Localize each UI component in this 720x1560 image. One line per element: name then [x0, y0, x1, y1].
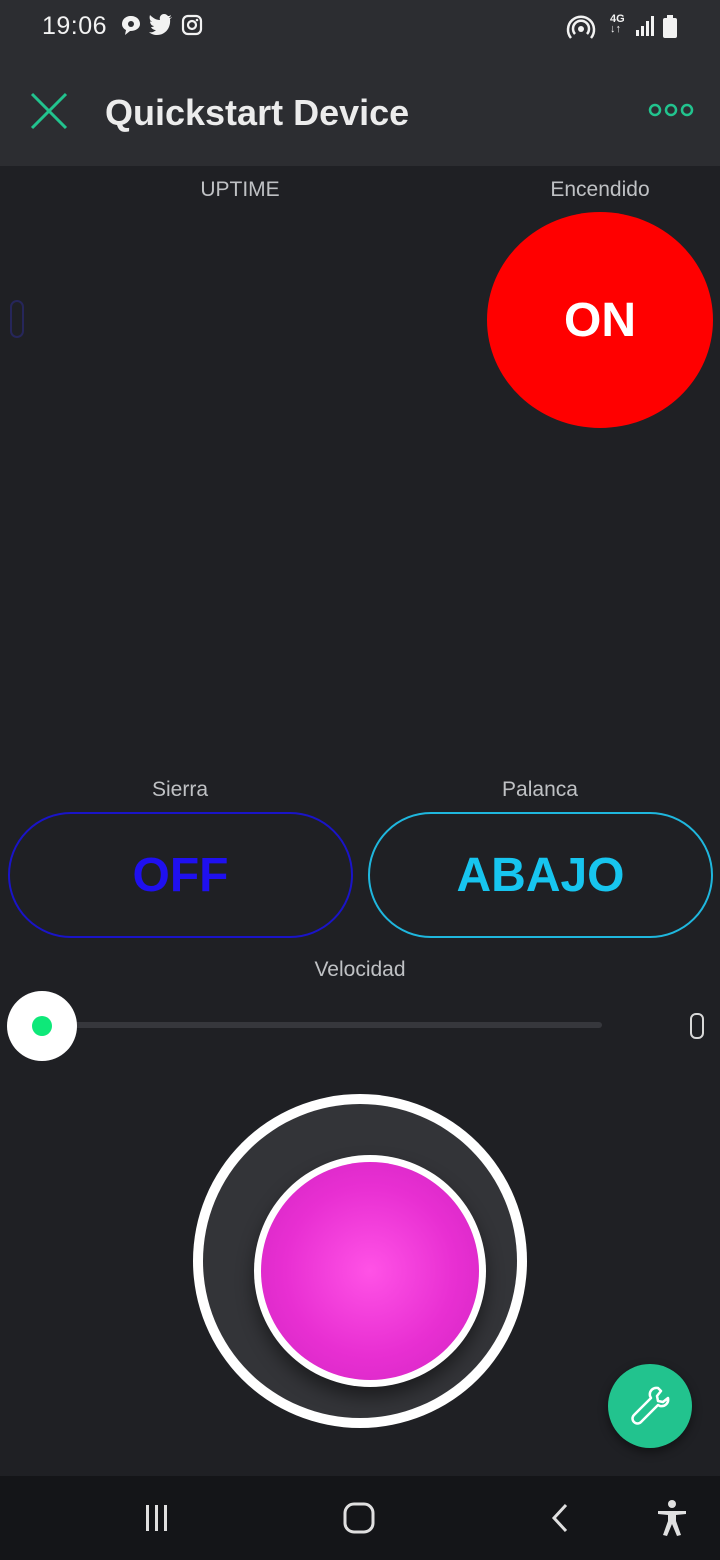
- chat-icon: [120, 14, 142, 40]
- velocidad-slider-track[interactable]: [42, 1022, 602, 1028]
- home-icon: [343, 1502, 375, 1534]
- joystick-ring: [203, 1104, 517, 1418]
- wrench-icon: [631, 1386, 670, 1425]
- network-label: 4G: [610, 13, 625, 25]
- twitter-icon: [149, 14, 173, 40]
- page-title: Quickstart Device: [105, 92, 410, 133]
- joystick-knob-border: [254, 1155, 486, 1387]
- slider-thumb-dot: [32, 1016, 52, 1036]
- close-icon: [30, 92, 68, 130]
- back-button[interactable]: [540, 1498, 582, 1538]
- velocidad-value-display: [690, 1013, 704, 1039]
- app-bar: Quickstart Device: [0, 56, 720, 166]
- status-bar: 19:06 4G ↓↑: [0, 0, 720, 56]
- joystick[interactable]: [193, 1094, 527, 1428]
- velocidad-slider-thumb[interactable]: [7, 991, 77, 1061]
- hotspot-icon: [566, 14, 596, 40]
- battery-icon: [662, 14, 678, 40]
- edit-fab-button[interactable]: [608, 1364, 692, 1448]
- uptime-value-display: [10, 300, 24, 338]
- signal-icon: [635, 14, 657, 40]
- status-time: 19:06: [42, 12, 108, 40]
- instagram-icon: [181, 14, 203, 40]
- more-options-icon: [648, 103, 694, 117]
- navigation-bar: [0, 1476, 720, 1560]
- recent-apps-button[interactable]: [136, 1498, 178, 1538]
- more-options-button[interactable]: [648, 100, 694, 120]
- velocidad-label: Velocidad: [314, 958, 406, 981]
- accessibility-button[interactable]: [650, 1498, 694, 1538]
- recent-apps-icon: [146, 1505, 167, 1531]
- accessibility-icon: [658, 1500, 686, 1536]
- encendido-label: Encendido: [550, 178, 650, 201]
- home-button[interactable]: [338, 1498, 380, 1538]
- network-4g-icon: 4G ↓↑: [610, 13, 625, 35]
- sierra-label: Sierra: [151, 778, 209, 801]
- uptime-label: UPTIME: [200, 178, 280, 201]
- palanca-button[interactable]: ABAJO: [368, 812, 713, 938]
- close-button[interactable]: [28, 90, 70, 132]
- back-icon: [551, 1503, 568, 1533]
- encendido-button[interactable]: ON: [487, 212, 713, 428]
- palanca-label: Palanca: [502, 778, 578, 801]
- joystick-knob[interactable]: [261, 1162, 479, 1380]
- sierra-button[interactable]: OFF: [8, 812, 353, 938]
